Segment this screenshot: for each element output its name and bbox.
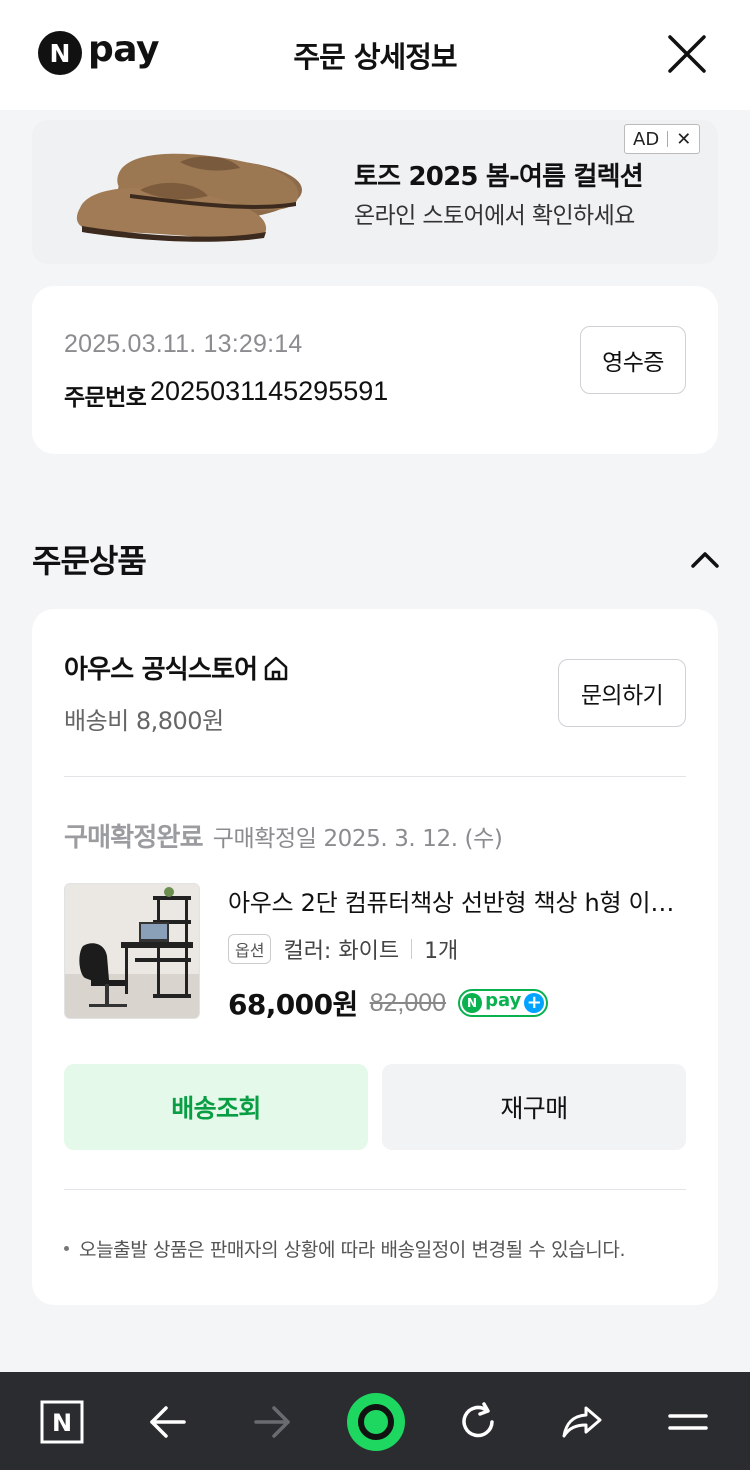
ad-badge-divider	[667, 131, 669, 147]
delivery-notice: 오늘출발 상품은 판매자의 상황에 따라 배송일정이 변경될 수 있습니다.	[64, 1235, 625, 1262]
shipping-fee: 배송비 8,800원	[64, 707, 224, 735]
green-dot-button[interactable]	[346, 1392, 406, 1452]
naver-home-button[interactable]: N	[34, 1394, 90, 1450]
inquiry-button[interactable]: 문의하기	[558, 659, 686, 727]
status-date: 구매확정일 2025. 3. 12. (수)	[212, 826, 503, 852]
page-title: 주문 상세정보	[293, 40, 457, 74]
original-price: 82,000	[369, 988, 447, 1017]
plus-icon: +	[524, 993, 545, 1013]
product-card: 아우스 공식스토어 배송비 8,800원 문의하기 구매확정완료 구매확정일 2…	[32, 609, 718, 1305]
notice-text: 오늘출발 상품은 판매자의 상황에 따라 배송일정이 변경될 수 있습니다.	[79, 1239, 626, 1261]
ad-subtitle: 온라인 스토어에서 확인하세요	[354, 203, 635, 229]
forward-arrow-icon	[254, 1406, 290, 1438]
npay-plus-text: pay	[485, 990, 522, 1011]
product-option: 옵션 컬러: 화이트 1개	[228, 933, 458, 965]
option-tag: 옵션	[228, 934, 272, 964]
product-thumbnail[interactable]	[64, 883, 200, 1019]
menu-icon	[668, 1414, 708, 1430]
sale-price: 68,000원	[228, 988, 358, 1021]
ad-label: AD	[633, 128, 660, 150]
status-label: 구매확정완료	[64, 823, 204, 853]
close-icon	[668, 35, 706, 73]
forward-button[interactable]	[244, 1394, 300, 1450]
ad-banner[interactable]: AD ✕ 토즈 2025 봄-여름 컬렉션 온라인 스토어에서 확인하세요	[32, 120, 718, 264]
browser-bottom-bar: N	[0, 1372, 750, 1470]
share-button[interactable]	[554, 1394, 610, 1450]
price-line: 68,000원 82,000 N pay +	[228, 983, 549, 1023]
ad-close-icon[interactable]: ✕	[676, 129, 691, 150]
naver-home-letter: N	[52, 1409, 72, 1437]
back-button[interactable]	[140, 1394, 196, 1450]
order-number: 2025031145295591	[150, 376, 389, 406]
divider	[64, 1189, 686, 1190]
collapse-button[interactable]	[688, 546, 722, 572]
chevron-up-icon	[691, 552, 719, 568]
npay-plus-n: N	[462, 993, 483, 1013]
order-datetime: 2025.03.11. 13:29:14	[64, 330, 303, 358]
back-arrow-icon	[150, 1406, 186, 1438]
store-name-label: 아우스 공식스토어	[64, 655, 258, 685]
track-delivery-button[interactable]: 배송조회	[64, 1064, 368, 1150]
close-button[interactable]	[664, 31, 710, 77]
section-title: 주문상품	[32, 542, 147, 580]
refresh-icon	[462, 1402, 494, 1438]
naver-home-icon: N	[40, 1400, 84, 1444]
refresh-button[interactable]	[450, 1394, 506, 1450]
store-name[interactable]: 아우스 공식스토어	[64, 649, 291, 686]
product-name[interactable]: 아우스 2단 컴퓨터책상 선반형 책상 h형 이동식 책상	[228, 883, 688, 918]
option-divider	[411, 939, 413, 959]
app-header: N pay 주문 상세정보	[0, 0, 750, 110]
share-icon	[562, 1406, 602, 1438]
receipt-button[interactable]: 영수증	[580, 326, 686, 394]
menu-button[interactable]	[660, 1394, 716, 1450]
rebuy-button[interactable]: 재구매	[382, 1064, 686, 1150]
green-dot-icon	[347, 1393, 405, 1451]
loafer-shoes-image	[76, 153, 302, 242]
order-number-label: 주문번호	[64, 385, 147, 411]
purchase-status: 구매확정완료 구매확정일 2025. 3. 12. (수)	[64, 817, 503, 854]
home-icon	[264, 656, 288, 680]
option-value: 컬러: 화이트	[283, 939, 400, 964]
ad-title: 토즈 2025 봄-여름 컬렉션	[354, 162, 644, 192]
ad-badge[interactable]: AD ✕	[624, 124, 701, 154]
order-info-card: 2025.03.11. 13:29:14 주문번호 20250311452955…	[32, 286, 718, 454]
npay-plus-badge: N pay +	[458, 989, 549, 1017]
computer-desk-image	[65, 884, 199, 1018]
bullet-icon	[64, 1246, 69, 1251]
quantity: 1개	[424, 939, 459, 964]
divider	[64, 776, 686, 777]
